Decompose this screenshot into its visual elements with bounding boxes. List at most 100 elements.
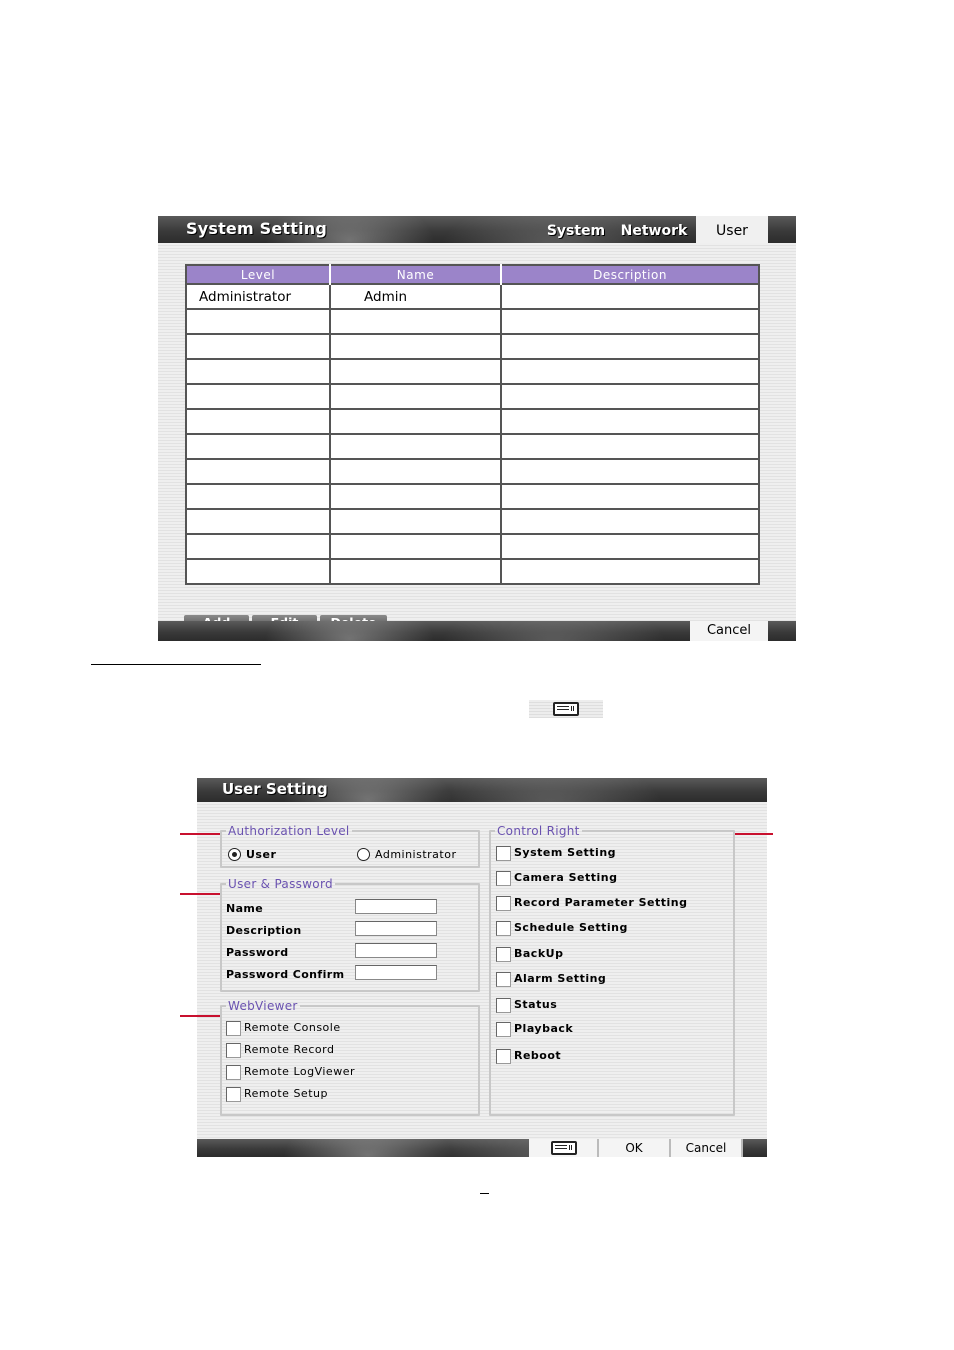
authorization-level-legend: Authorization Level [228,824,350,838]
control-right-option-checkbox[interactable] [496,921,511,936]
cell-name [329,433,502,460]
password-label: Password [226,946,289,959]
cell-description [500,558,760,585]
webviewer-option-checkbox[interactable] [226,1065,241,1080]
table-row[interactable] [185,383,760,410]
table-row[interactable] [185,333,760,360]
table-row[interactable] [185,533,760,560]
name-input[interactable] [355,899,437,914]
user-table: Level Name Description Administrator Admi… [185,264,760,585]
control-right-option-label: System Setting [514,846,617,859]
password-input[interactable] [355,943,437,958]
radio-administrator[interactable] [357,848,370,861]
cancel-button[interactable]: Cancel [671,1139,743,1157]
table-row[interactable] [185,358,760,385]
panel-body: Authorization Level User Administrator U… [197,802,767,1139]
keyboard-icon [553,702,579,716]
cell-name: Admin [329,283,502,310]
keyboard-button-sample [529,700,603,718]
tab-network[interactable]: Network [620,216,688,243]
column-header-description: Description [501,265,759,284]
cell-level [185,533,331,560]
cell-description [500,433,760,460]
cell-description [500,283,760,310]
table-row[interactable] [185,408,760,435]
table-row[interactable] [185,508,760,535]
cell-level [185,383,331,410]
cell-name [329,483,502,510]
control-right-option-label: Schedule Setting [514,921,628,934]
cell-name [329,458,502,485]
radio-user[interactable] [228,848,241,861]
cell-description [500,308,760,335]
table-row[interactable] [185,433,760,460]
cell-name [329,408,502,435]
table-row[interactable] [185,483,760,510]
control-right-option-checkbox[interactable] [496,1022,511,1037]
table-header-row: Level Name Description [186,265,759,284]
control-right-option-checkbox[interactable] [496,972,511,987]
cell-name [329,333,502,360]
radio-administrator-label: Administrator [375,848,457,861]
authorization-level-group: Authorization Level [220,824,480,868]
keyboard-button[interactable] [529,1139,599,1157]
user-setting-window: User Setting Authorization Level User Ad… [197,778,767,1157]
system-setting-window: System Setting System Network User Level… [158,216,796,641]
control-right-option-checkbox[interactable] [496,998,511,1013]
column-header-level: Level [186,265,331,284]
footer-bar: Cancel [158,621,796,641]
control-right-legend: Control Right [497,824,580,838]
cell-level [185,308,331,335]
control-right-option-checkbox[interactable] [496,896,511,911]
cell-level [185,408,331,435]
window-title: User Setting [222,780,328,798]
control-right-option-label: Camera Setting [514,871,618,884]
password-confirm-input[interactable] [355,965,437,980]
cell-level [185,358,331,385]
control-right-option-label: Reboot [514,1049,562,1062]
description-input[interactable] [355,921,437,936]
control-right-option-checkbox[interactable] [496,947,511,962]
control-right-option-label: BackUp [514,947,564,960]
webviewer-option-checkbox[interactable] [226,1021,241,1036]
control-right-option-checkbox[interactable] [496,871,511,886]
cell-description [500,333,760,360]
cell-name [329,383,502,410]
column-header-name: Name [330,265,502,284]
webviewer-legend: WebViewer [228,999,298,1013]
section-underline [91,664,261,665]
cell-level [185,558,331,585]
cell-name [329,508,502,535]
cell-level: Administrator [185,283,331,310]
control-right-option-label: Record Parameter Setting [514,896,688,909]
webviewer-option-checkbox[interactable] [226,1087,241,1102]
ok-button[interactable]: OK [599,1139,671,1157]
webviewer-option-checkbox[interactable] [226,1043,241,1058]
tab-system[interactable]: System [546,216,606,243]
footer-bar: OK Cancel [197,1139,767,1157]
table-row[interactable] [185,558,760,585]
cell-description [500,408,760,435]
cancel-button[interactable]: Cancel [690,621,768,641]
control-right-option-checkbox[interactable] [496,846,511,861]
keyboard-icon [551,1141,577,1155]
tab-user[interactable]: User [696,216,768,243]
name-label: Name [226,902,264,915]
webviewer-option-label: Remote Record [244,1043,335,1056]
cell-level [185,433,331,460]
title-bar: User Setting [197,778,767,802]
webviewer-option-label: Remote Console [244,1021,341,1034]
cell-level [185,333,331,360]
cell-name [329,558,502,585]
table-row[interactable] [185,458,760,485]
cell-name [329,358,502,385]
table-row[interactable] [185,308,760,335]
cell-name [329,533,502,560]
control-right-group: Control Right [489,824,735,1116]
title-bar: System Setting System Network User [158,216,796,243]
control-right-option-checkbox[interactable] [496,1049,511,1064]
table-row[interactable]: Administrator Admin [185,283,760,310]
control-right-option-label: Playback [514,1022,574,1035]
cell-name [329,308,502,335]
callout-line-control-right [735,833,773,835]
